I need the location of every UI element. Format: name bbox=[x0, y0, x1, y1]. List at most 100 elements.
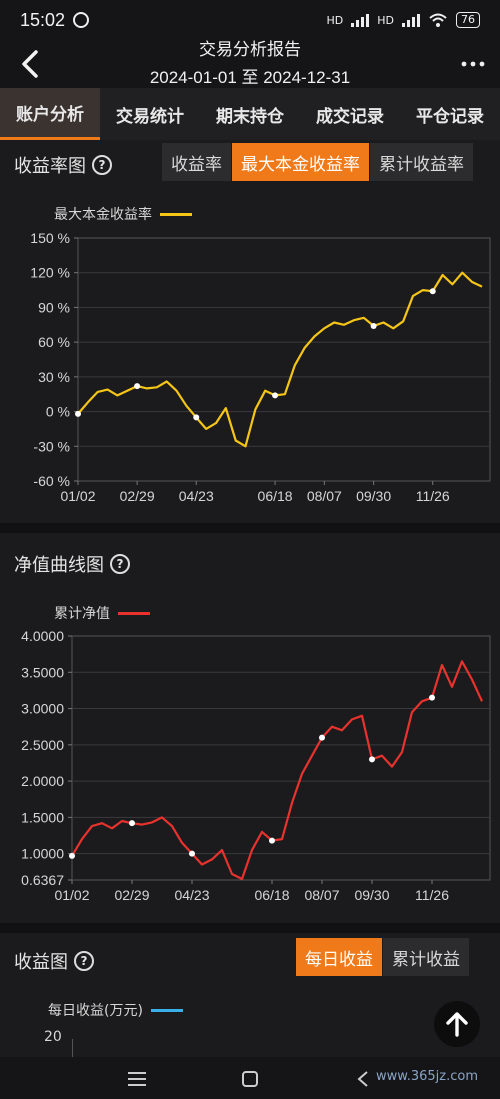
nav-chart-title: 净值曲线图 bbox=[14, 555, 104, 576]
x-tick-label: 02/29 bbox=[120, 488, 155, 504]
series-line bbox=[71, 660, 483, 881]
y-tick-label: 90 % bbox=[38, 299, 70, 315]
nav-chart-header: 净值曲线图 ? bbox=[14, 551, 130, 577]
y-tick-label: 60 % bbox=[38, 334, 70, 350]
report-tabs: 账户分析 交易统计 期末持仓 成交记录 平仓记录 bbox=[0, 88, 500, 140]
clock: 15:02 bbox=[20, 9, 66, 30]
data-point-marker bbox=[189, 850, 195, 857]
back-nav-icon[interactable] bbox=[356, 1070, 370, 1088]
legend-swatch bbox=[118, 611, 150, 615]
segment-return-rate[interactable]: 收益率 bbox=[162, 143, 232, 181]
x-tick-label: 06/18 bbox=[258, 488, 293, 504]
hd-label-2: HD bbox=[377, 13, 394, 27]
segment-cumulative-profit[interactable]: 累计收益 bbox=[383, 938, 470, 976]
y-tick-label: -30 % bbox=[33, 438, 70, 454]
legend-swatch bbox=[160, 212, 192, 216]
more-options-icon[interactable] bbox=[460, 56, 486, 72]
x-tick-label: 09/30 bbox=[354, 887, 389, 903]
x-tick-label: 09/30 bbox=[356, 488, 391, 504]
x-tick-label: 11/26 bbox=[415, 887, 449, 903]
profit-chart-legend: 每日收益(万元) bbox=[48, 1000, 183, 1020]
y-tick-label: 2.0000 bbox=[21, 773, 64, 789]
signal-icon bbox=[351, 13, 370, 27]
segment-cumulative-return[interactable]: 累计收益率 bbox=[370, 143, 474, 181]
page-title: 交易分析报告 bbox=[199, 40, 301, 60]
home-icon[interactable] bbox=[241, 1070, 259, 1088]
hd-label-1: HD bbox=[326, 13, 344, 27]
signal-icon-2 bbox=[402, 13, 420, 27]
y-axis bbox=[72, 1039, 73, 1057]
profit-chart-title: 收益图 bbox=[14, 952, 68, 973]
y-tick-label: 1.5000 bbox=[21, 809, 64, 825]
y-tick-label: 150 % bbox=[30, 230, 70, 246]
nav-curve-chart: 4.0000 3.5000 3.0000 2.5000 2.0000 1.5000 1.00… bbox=[21, 628, 491, 903]
tab-trade-statistics[interactable]: 交易统计 bbox=[100, 88, 200, 140]
data-point-marker bbox=[319, 734, 325, 741]
data-point-marker bbox=[272, 392, 279, 399]
return-chart-header: 收益率图 ? bbox=[14, 152, 112, 178]
legend-swatch bbox=[150, 1008, 183, 1012]
data-point-marker bbox=[429, 694, 435, 701]
plot-frame bbox=[77, 237, 491, 482]
battery-icon: 76 bbox=[456, 12, 480, 28]
x-tick-label: 04/23 bbox=[174, 887, 209, 903]
tab-ending-positions[interactable]: 期末持仓 bbox=[200, 88, 300, 140]
profit-chart-header: 收益图 ? bbox=[14, 948, 94, 974]
status-bar: 15:02 HD HD 76 bbox=[0, 0, 500, 40]
x-tick-label: 04/23 bbox=[179, 488, 214, 504]
section-divider bbox=[0, 923, 500, 933]
y-tick-label: 3.0000 bbox=[21, 701, 64, 717]
profit-type-selector: 每日收益 累计收益 bbox=[296, 938, 470, 976]
data-point-marker bbox=[369, 756, 375, 763]
title-bar: 交易分析报告 2024-01-01 至 2024-12-31 bbox=[0, 40, 500, 88]
wifi-icon bbox=[429, 13, 447, 27]
y-tick-label: 1.0000 bbox=[21, 846, 64, 862]
x-tick-label: 01/02 bbox=[60, 488, 95, 504]
tab-closing-records[interactable]: 平仓记录 bbox=[400, 88, 500, 140]
date-range: 2024-01-01 至 2024-12-31 bbox=[149, 68, 351, 87]
data-point-marker bbox=[429, 288, 436, 295]
x-tick-label: 08/07 bbox=[304, 887, 339, 903]
y-tick-label: 20 bbox=[44, 1029, 62, 1045]
help-icon[interactable]: ? bbox=[92, 155, 112, 175]
x-tick-label: 01/02 bbox=[54, 887, 89, 903]
data-point-marker bbox=[75, 410, 81, 417]
tab-trade-records[interactable]: 成交记录 bbox=[300, 88, 400, 140]
y-tick-label: 3.5000 bbox=[21, 664, 64, 680]
x-tick-label: 06/18 bbox=[254, 887, 289, 903]
data-point-marker bbox=[193, 414, 200, 421]
data-point-marker bbox=[69, 852, 75, 859]
tab-account-analysis[interactable]: 账户分析 bbox=[0, 88, 100, 140]
segment-max-principal-return[interactable]: 最大本金收益率 bbox=[232, 143, 370, 181]
watermark: www.365jz.com bbox=[376, 1069, 478, 1084]
x-tick-label: 08/07 bbox=[307, 488, 342, 504]
y-tick-label: 0 % bbox=[46, 404, 70, 420]
help-icon[interactable]: ? bbox=[74, 951, 94, 971]
segment-daily-profit[interactable]: 每日收益 bbox=[296, 938, 383, 976]
data-point-marker bbox=[134, 383, 141, 390]
data-point-marker bbox=[129, 820, 135, 827]
profit-chart-section: 收益图 ? 每日收益 累计收益 每日收益(万元) 20 bbox=[0, 933, 500, 1057]
y-tick-label: 2.5000 bbox=[21, 737, 64, 753]
x-tick-label: 02/29 bbox=[114, 887, 149, 903]
return-chart-legend: 最大本金收益率 bbox=[54, 204, 192, 224]
data-point-marker bbox=[370, 322, 377, 329]
y-tick-label: 0.6367 bbox=[21, 872, 64, 888]
y-tick-label: 30 % bbox=[38, 369, 70, 385]
series-line bbox=[77, 271, 483, 448]
system-nav-bar: www.365jz.com bbox=[0, 1057, 500, 1099]
y-tick-label: 120 % bbox=[30, 265, 70, 281]
alarm-icon bbox=[73, 12, 90, 28]
recent-apps-icon[interactable] bbox=[128, 1071, 146, 1087]
legend-label: 每日收益(万元) bbox=[48, 1003, 143, 1019]
y-tick-label: 4.0000 bbox=[21, 628, 64, 644]
legend-label: 最大本金收益率 bbox=[54, 207, 152, 223]
y-tick-label: -60 % bbox=[33, 473, 70, 489]
data-point-marker bbox=[269, 837, 275, 844]
section-divider bbox=[0, 523, 500, 533]
return-type-selector: 收益率 最大本金收益率 累计收益率 bbox=[162, 143, 474, 181]
x-tick-label: 11/26 bbox=[416, 488, 450, 504]
help-icon[interactable]: ? bbox=[110, 554, 130, 574]
arrow-up-icon bbox=[446, 1012, 468, 1037]
scroll-to-top-button[interactable] bbox=[434, 1001, 480, 1047]
